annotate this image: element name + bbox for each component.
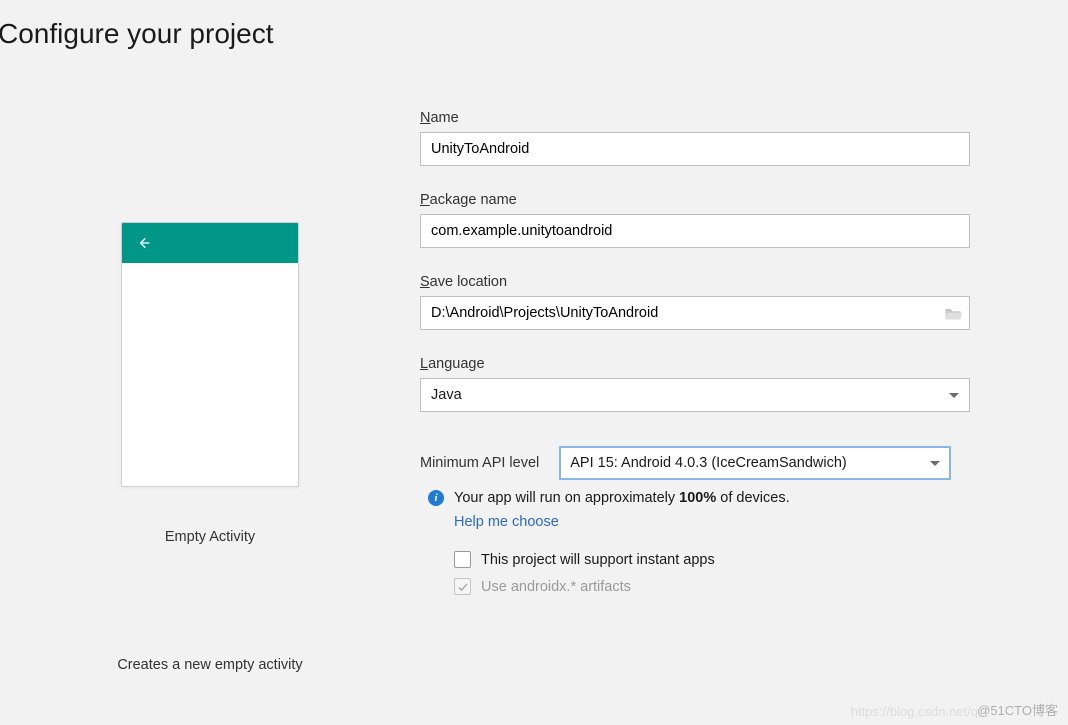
api-level-label: Minimum API level — [420, 455, 539, 471]
preview-column: Empty Activity Creates a new empty activ… — [0, 110, 420, 673]
name-label: Name — [420, 110, 972, 126]
package-field-group: Package name — [420, 192, 972, 248]
language-select[interactable]: Java — [420, 378, 970, 412]
androidx-label: Use androidx.* artifacts — [481, 579, 631, 595]
instant-apps-checkbox[interactable] — [454, 551, 471, 568]
watermark-background: https://blog.csdn.net/q — [851, 704, 978, 719]
language-field-group: Language Java — [420, 356, 972, 412]
preview-caption: Empty Activity — [165, 529, 255, 545]
api-level-value: API 15: Android 4.0.3 (IceCreamSandwich) — [570, 455, 846, 471]
name-input[interactable] — [420, 132, 970, 166]
language-label: Language — [420, 356, 972, 372]
phone-preview — [121, 222, 299, 487]
content-area: Empty Activity Creates a new empty activ… — [0, 50, 1068, 673]
preview-appbar — [122, 223, 298, 263]
androidx-row: Use androidx.* artifacts — [454, 578, 972, 595]
api-info-text: Your app will run on approximately 100% … — [454, 490, 790, 506]
package-label: Package name — [420, 192, 972, 208]
chevron-down-icon — [949, 393, 959, 398]
instant-apps-row: This project will support instant apps — [454, 551, 972, 568]
save-location-label: Save location — [420, 274, 972, 290]
help-me-choose-link[interactable]: Help me choose — [454, 514, 559, 530]
browse-folder-button[interactable] — [944, 306, 962, 320]
form-column: Name Package name Save location Language — [420, 110, 1068, 673]
page-title: Configure your project — [0, 0, 1068, 50]
preview-description: Creates a new empty activity — [117, 657, 302, 673]
save-location-field-group: Save location — [420, 274, 972, 330]
androidx-checkbox — [454, 578, 471, 595]
info-icon: i — [428, 490, 444, 506]
folder-icon — [944, 306, 962, 321]
package-input[interactable] — [420, 214, 970, 248]
arrow-back-icon — [136, 235, 152, 251]
watermark-text: @51CTO博客 — [977, 700, 1058, 719]
name-field-group: Name — [420, 110, 972, 166]
save-location-input[interactable] — [420, 296, 970, 330]
language-value: Java — [431, 387, 462, 403]
checkmark-icon — [457, 581, 469, 593]
api-level-row: Minimum API level API 15: Android 4.0.3 … — [420, 446, 972, 480]
api-info-row: i Your app will run on approximately 100… — [454, 490, 972, 506]
instant-apps-label: This project will support instant apps — [481, 552, 715, 568]
api-level-select[interactable]: API 15: Android 4.0.3 (IceCreamSandwich) — [559, 446, 951, 480]
chevron-down-icon — [930, 461, 940, 466]
